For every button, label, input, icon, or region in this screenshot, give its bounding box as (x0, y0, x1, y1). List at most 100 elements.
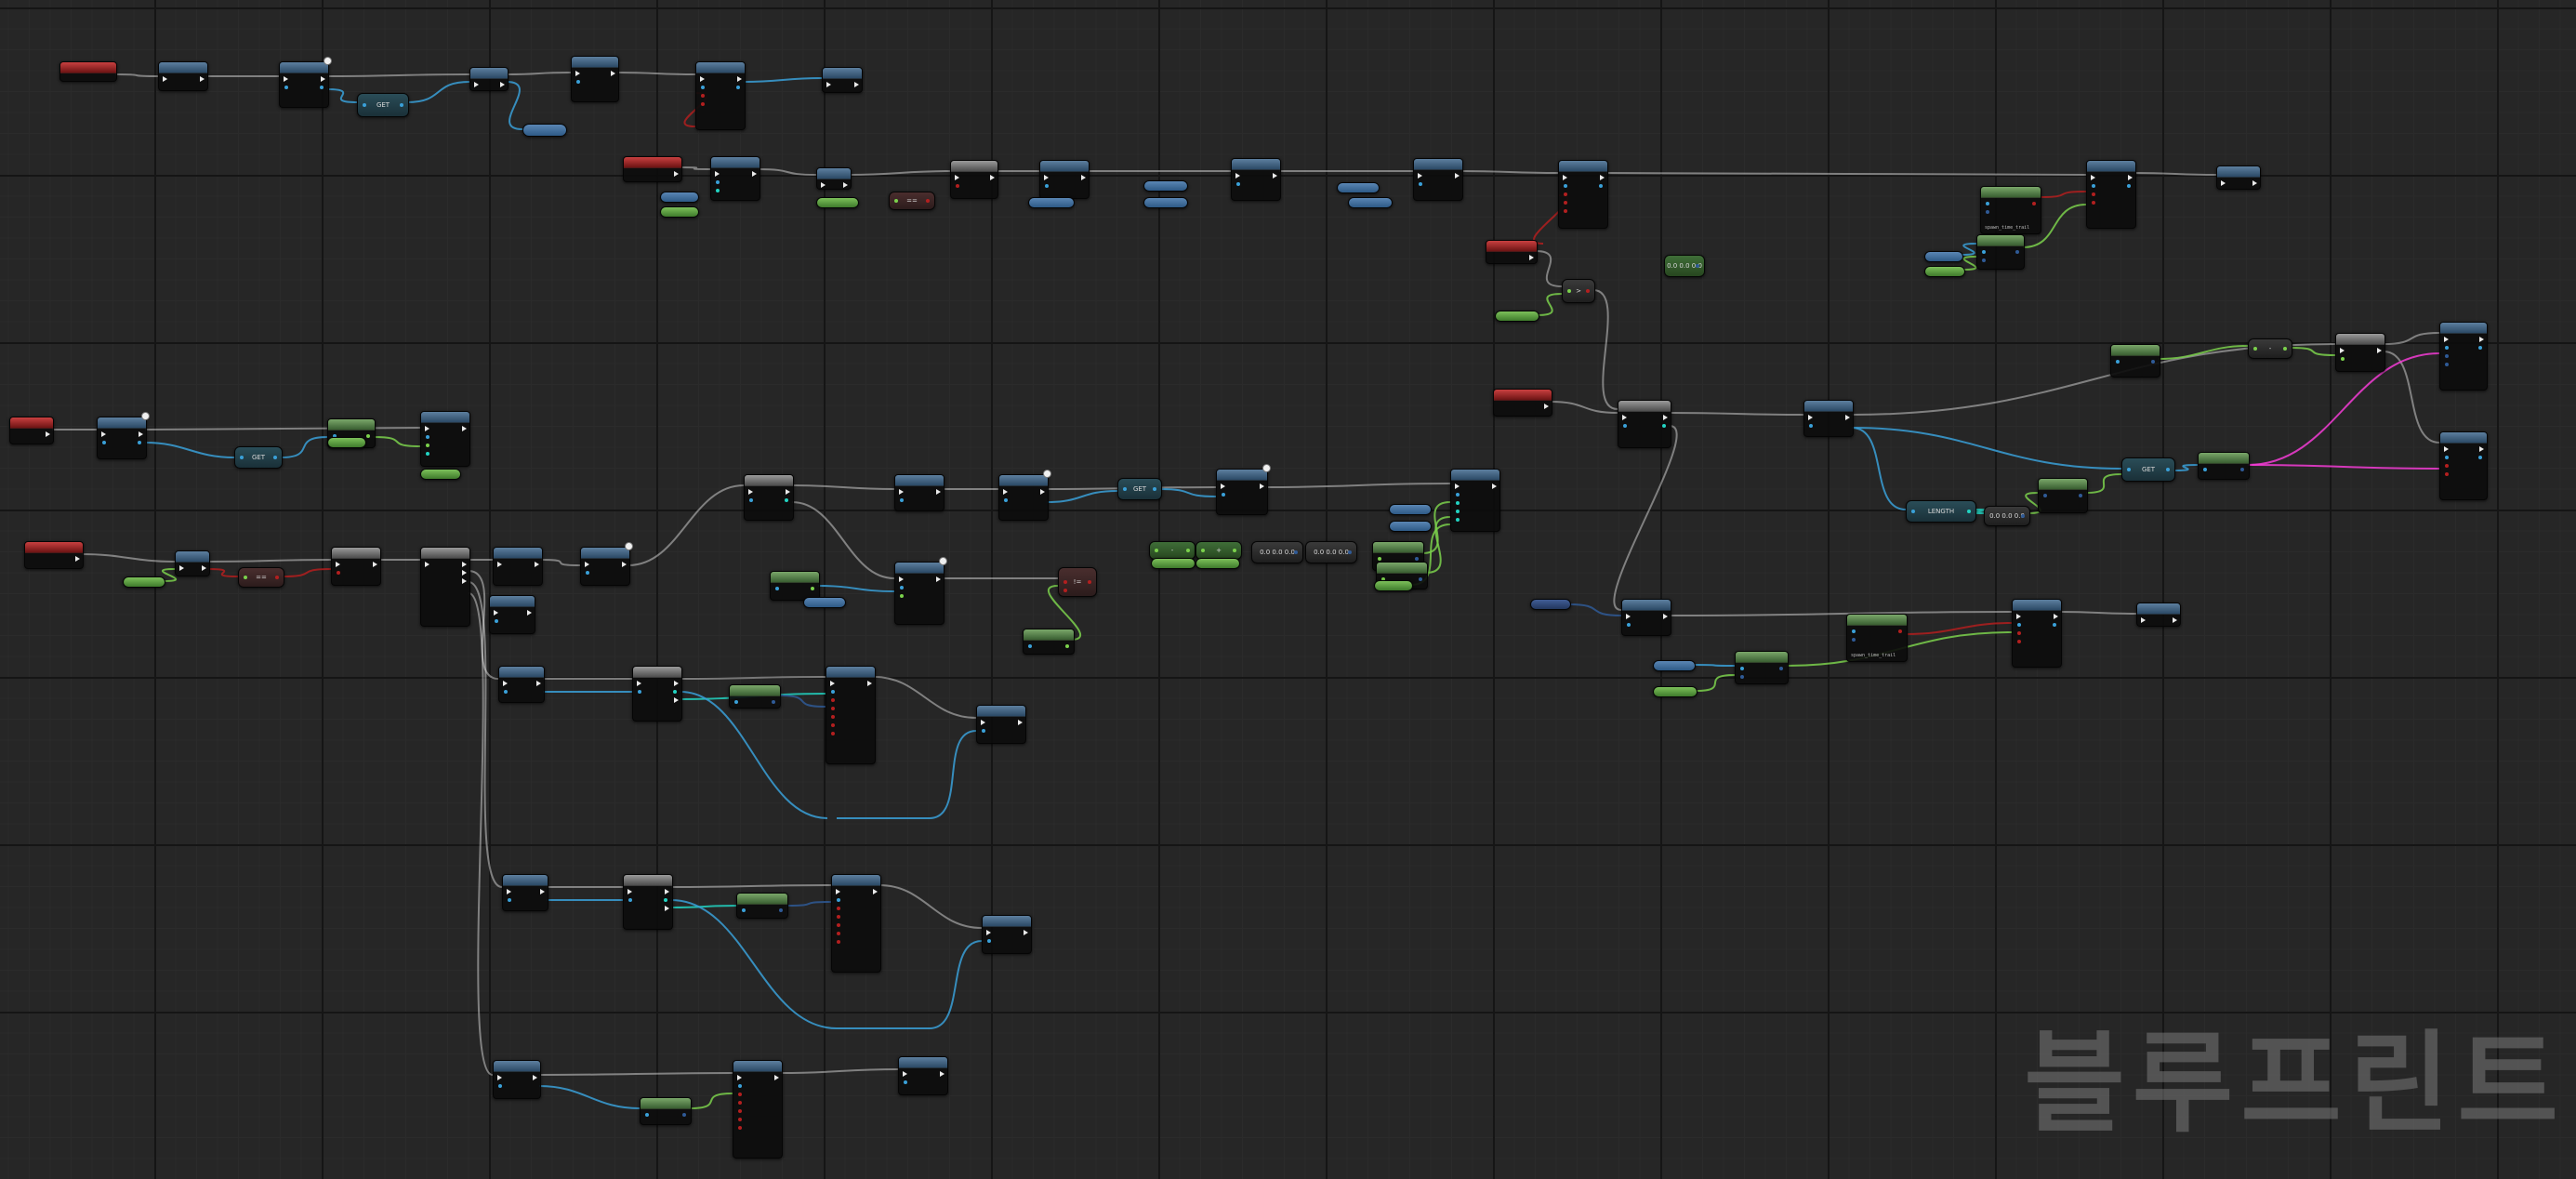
exec-pin[interactable] (940, 1071, 945, 1077)
exec-pin[interactable] (1044, 175, 1049, 180)
float-pin[interactable] (1567, 289, 1571, 293)
object-pin[interactable] (987, 939, 991, 943)
exec-pin[interactable] (986, 930, 991, 935)
exec-pin[interactable] (2377, 348, 2382, 353)
bool-pin[interactable] (337, 571, 340, 575)
function-node[interactable] (498, 666, 545, 703)
object-pin[interactable] (742, 908, 746, 912)
function-node[interactable] (1231, 158, 1281, 201)
bool-pin[interactable] (2017, 631, 2021, 635)
exec-pin[interactable] (75, 556, 80, 562)
pure-function-node[interactable] (2110, 344, 2160, 378)
exec-pin[interactable] (873, 889, 878, 894)
exec-pin[interactable] (1455, 173, 1460, 179)
variable-getter-node[interactable] (1924, 251, 1963, 262)
function-node[interactable] (831, 874, 881, 973)
exec-pin[interactable] (536, 681, 541, 686)
object-pin[interactable] (716, 180, 720, 184)
exec-pin[interactable] (955, 175, 959, 180)
variable-getter-node[interactable] (816, 197, 859, 208)
exec-pin[interactable] (2221, 180, 2226, 186)
object-pin[interactable] (982, 729, 985, 733)
variable-getter-node[interactable] (1143, 180, 1188, 192)
macro-node[interactable] (1618, 400, 1671, 448)
function-node[interactable] (1803, 400, 1854, 437)
exec-pin[interactable] (2252, 180, 2257, 186)
exec-pin[interactable] (1663, 614, 1668, 619)
operator-node[interactable]: GET (1117, 478, 1162, 500)
object-pin[interactable] (576, 80, 580, 84)
bool-pin[interactable] (837, 923, 840, 927)
pure-function-node[interactable] (729, 684, 781, 709)
object-pin[interactable] (498, 1084, 502, 1088)
float-pin[interactable] (2283, 347, 2287, 351)
float-pin[interactable] (2253, 347, 2257, 351)
object-pin[interactable] (900, 498, 904, 502)
function-node[interactable] (489, 595, 535, 634)
pure-function-node[interactable] (2038, 478, 2088, 513)
exec-pin[interactable] (2444, 337, 2449, 342)
struct-pin[interactable] (1348, 550, 1352, 554)
object-pin[interactable] (1045, 184, 1049, 188)
exec-pin[interactable] (674, 681, 679, 686)
int-pin[interactable] (664, 898, 667, 902)
pure-function-node[interactable] (1735, 651, 1789, 684)
bool-pin[interactable] (738, 1093, 742, 1096)
variable-getter-node[interactable] (1348, 197, 1393, 208)
exec-pin[interactable] (1845, 415, 1850, 420)
variable-getter-node[interactable] (1028, 197, 1075, 208)
variable-getter-node[interactable] (1530, 599, 1571, 610)
float-pin[interactable] (811, 587, 814, 590)
function-node[interactable] (469, 67, 509, 91)
exec-pin[interactable] (1235, 173, 1240, 179)
object-pin[interactable] (738, 1084, 742, 1088)
exec-pin[interactable] (2479, 446, 2484, 452)
exec-pin[interactable] (425, 562, 429, 567)
struct-pin[interactable] (1982, 258, 1986, 262)
object-pin[interactable] (1153, 487, 1156, 491)
exec-pin[interactable] (2141, 617, 2146, 623)
bool-pin[interactable] (831, 707, 835, 710)
struct-pin[interactable] (2015, 250, 2019, 254)
exec-pin[interactable] (139, 431, 143, 437)
variable-getter-node[interactable] (1143, 197, 1188, 208)
variable-getter-node[interactable] (327, 437, 366, 448)
macro-node[interactable] (623, 874, 673, 930)
variable-getter-node[interactable] (1653, 686, 1698, 697)
bool-pin[interactable] (1586, 289, 1590, 293)
operator-node[interactable]: - (2248, 338, 2292, 359)
function-node[interactable] (1039, 160, 1090, 199)
function-node[interactable] (982, 915, 1032, 954)
operator-node[interactable]: GET (234, 446, 283, 469)
pure-function-node[interactable]: spawn_time_trail (1980, 186, 2041, 234)
object-pin[interactable] (900, 586, 904, 590)
exec-pin[interactable] (540, 889, 545, 894)
macro-node[interactable] (331, 547, 381, 586)
exec-pin[interactable] (665, 906, 669, 911)
variable-getter-node[interactable] (1196, 558, 1240, 569)
object-pin[interactable] (1982, 250, 1986, 254)
int-pin[interactable] (1456, 510, 1460, 513)
int-pin[interactable] (1967, 510, 1971, 513)
exec-pin[interactable] (462, 570, 467, 576)
bool-pin[interactable] (837, 915, 840, 919)
exec-pin[interactable] (2128, 175, 2133, 180)
exec-pin[interactable] (500, 82, 505, 87)
object-pin[interactable] (320, 86, 324, 89)
int-pin[interactable] (1456, 518, 1460, 522)
variable-getter-node[interactable] (1389, 504, 1432, 515)
bool-pin[interactable] (837, 907, 840, 910)
variable-getter-node[interactable] (1374, 580, 1413, 591)
exec-pin[interactable] (507, 889, 511, 894)
pure-function-node[interactable] (640, 1097, 692, 1125)
bool-pin[interactable] (1564, 192, 1567, 196)
function-node[interactable] (571, 56, 619, 102)
exec-pin[interactable] (1260, 484, 1264, 489)
exec-pin[interactable] (1003, 489, 1008, 495)
exec-pin[interactable] (611, 71, 615, 76)
object-pin[interactable] (1911, 510, 1915, 513)
function-node[interactable] (175, 550, 210, 576)
operator-node[interactable]: > (1562, 279, 1595, 303)
object-pin[interactable] (273, 456, 277, 459)
variable-getter-node[interactable] (660, 192, 699, 203)
